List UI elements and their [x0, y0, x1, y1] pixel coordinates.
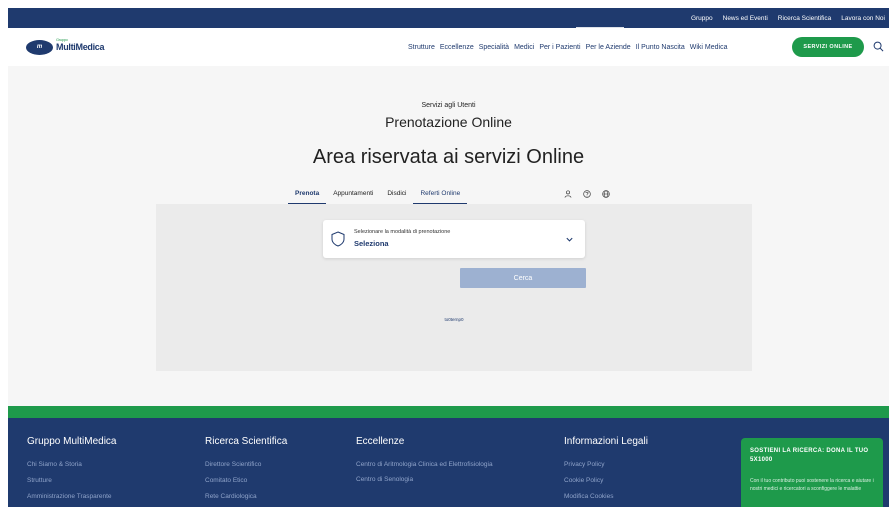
- service-tabs: Prenota Appuntamenti Disdici Referti Onl…: [288, 184, 467, 204]
- footer-link[interactable]: Strutture: [27, 475, 116, 486]
- search-icon[interactable]: [873, 41, 884, 52]
- footer-link[interactable]: Privacy Policy: [564, 459, 648, 470]
- main-nav: Strutture Eccellenze Specialità Medici P…: [408, 28, 727, 66]
- topbar-links: Gruppo News ed Eventi Ricerca Scientific…: [691, 8, 885, 28]
- nav-per-le-aziende[interactable]: Per le Aziende: [586, 44, 631, 51]
- tab-prenota[interactable]: Prenota: [288, 184, 327, 204]
- footer-heading: Eccellenze: [356, 436, 405, 447]
- nav-medici[interactable]: Medici: [514, 44, 534, 51]
- logo-small-text: Gruppo: [56, 37, 68, 42]
- footer-link[interactable]: Comitato Etico: [205, 475, 287, 486]
- footer-link[interactable]: Cookie Policy: [564, 475, 648, 486]
- booking-panel: Selezionare la modalità di prenotazione …: [156, 204, 752, 371]
- footer: Gruppo MultiMedica Chi Siamo & Storia St…: [8, 406, 889, 507]
- footer-heading: Informazioni Legali: [564, 436, 648, 447]
- footer-link[interactable]: Rete Cardiologica: [205, 491, 287, 502]
- topbar-link-ricerca[interactable]: Ricerca Scientifica: [778, 15, 831, 22]
- booking-mode-value: Seleziona: [354, 239, 389, 248]
- footer-col-gruppo: Gruppo MultiMedica Chi Siamo & Storia St…: [27, 436, 116, 507]
- nav-wiki-medica[interactable]: Wiki Medica: [690, 44, 728, 51]
- logo-mark: m: [26, 39, 53, 55]
- globe-icon[interactable]: [602, 190, 610, 198]
- footer-green-stripe: [8, 406, 889, 418]
- page-title: Prenotazione Online: [385, 114, 512, 130]
- nav-strutture[interactable]: Strutture: [408, 44, 435, 51]
- nav-punto-nascita[interactable]: Il Punto Nascita: [636, 44, 685, 51]
- footer-heading: Ricerca Scientifica: [205, 436, 288, 447]
- logo-text: MultiMedica: [56, 42, 105, 52]
- tab-referti-online[interactable]: Referti Online: [413, 184, 467, 204]
- page-subtitle: Servizi agli Utenti: [421, 102, 476, 109]
- topbar-link-lavora[interactable]: Lavora con Noi: [841, 15, 885, 22]
- top-utility-bar: Gruppo News ed Eventi Ricerca Scientific…: [8, 8, 889, 28]
- logo[interactable]: m Gruppo MultiMedica: [26, 37, 105, 56]
- footer-col-eccellenze: Eccellenze Centro di Aritmologia Clinica…: [356, 436, 506, 490]
- main-content: Servizi agli Utenti Prenotazione Online …: [8, 66, 889, 406]
- tab-appuntamenti[interactable]: Appuntamenti: [326, 184, 380, 204]
- main-header: m Gruppo MultiMedica Strutture Eccellenz…: [8, 28, 889, 66]
- chevron-down-icon: [566, 237, 573, 242]
- footer-link[interactable]: Centro di Aritmologia Clinica ed Elettro…: [356, 459, 506, 470]
- shield-icon: [331, 231, 345, 247]
- support-title: SOSTIENI LA RICERCA: DONA IL TUO 5X1000: [750, 448, 869, 463]
- footer-col-legali: Informazioni Legali Privacy Policy Cooki…: [564, 436, 648, 507]
- help-icon[interactable]: [583, 190, 591, 198]
- footer-heading: Gruppo MultiMedica: [27, 436, 117, 447]
- booking-mode-label: Selezionare la modalità di prenotazione: [354, 229, 451, 235]
- footer-col-ricerca: Ricerca Scientifica Direttore Scientific…: [205, 436, 287, 507]
- booking-mode-select[interactable]: Selezionare la modalità di prenotazione …: [323, 220, 585, 258]
- support-text: Con il tuo contributo puoi sostenere la …: [750, 478, 874, 492]
- support-research-card[interactable]: SOSTIENI LA RICERCA: DONA IL TUO 5X1000 …: [741, 438, 883, 507]
- cerca-button[interactable]: Cerca: [460, 268, 586, 288]
- topbar-link-gruppo[interactable]: Gruppo: [691, 15, 713, 22]
- footer-link[interactable]: Centro di Senologia: [356, 474, 506, 485]
- logo-wordmark: Gruppo MultiMedica: [56, 37, 105, 52]
- nav-eccellenze[interactable]: Eccellenze: [440, 44, 474, 51]
- nav-specialita[interactable]: Specialità: [479, 44, 509, 51]
- tab-icons: [564, 184, 610, 204]
- footer-link[interactable]: Chi Siamo & Storia: [27, 459, 116, 470]
- footer-link[interactable]: Amministrazione Trasparente: [27, 491, 116, 502]
- nav-per-i-pazienti[interactable]: Per i Pazienti: [539, 44, 580, 51]
- user-icon[interactable]: [564, 190, 572, 198]
- tab-disdici[interactable]: Disdici: [380, 184, 413, 204]
- footer-link[interactable]: Direttore Scientifico: [205, 459, 287, 470]
- servizi-online-button[interactable]: SERVIZI ONLINE: [792, 37, 864, 57]
- topbar-link-news[interactable]: News ed Eventi: [723, 15, 768, 22]
- footer-link[interactable]: Modifica Cookies: [564, 491, 648, 502]
- area-title: Area riservata ai servizi Online: [312, 146, 585, 168]
- small-link[interactable]: to0ternp0: [156, 317, 752, 322]
